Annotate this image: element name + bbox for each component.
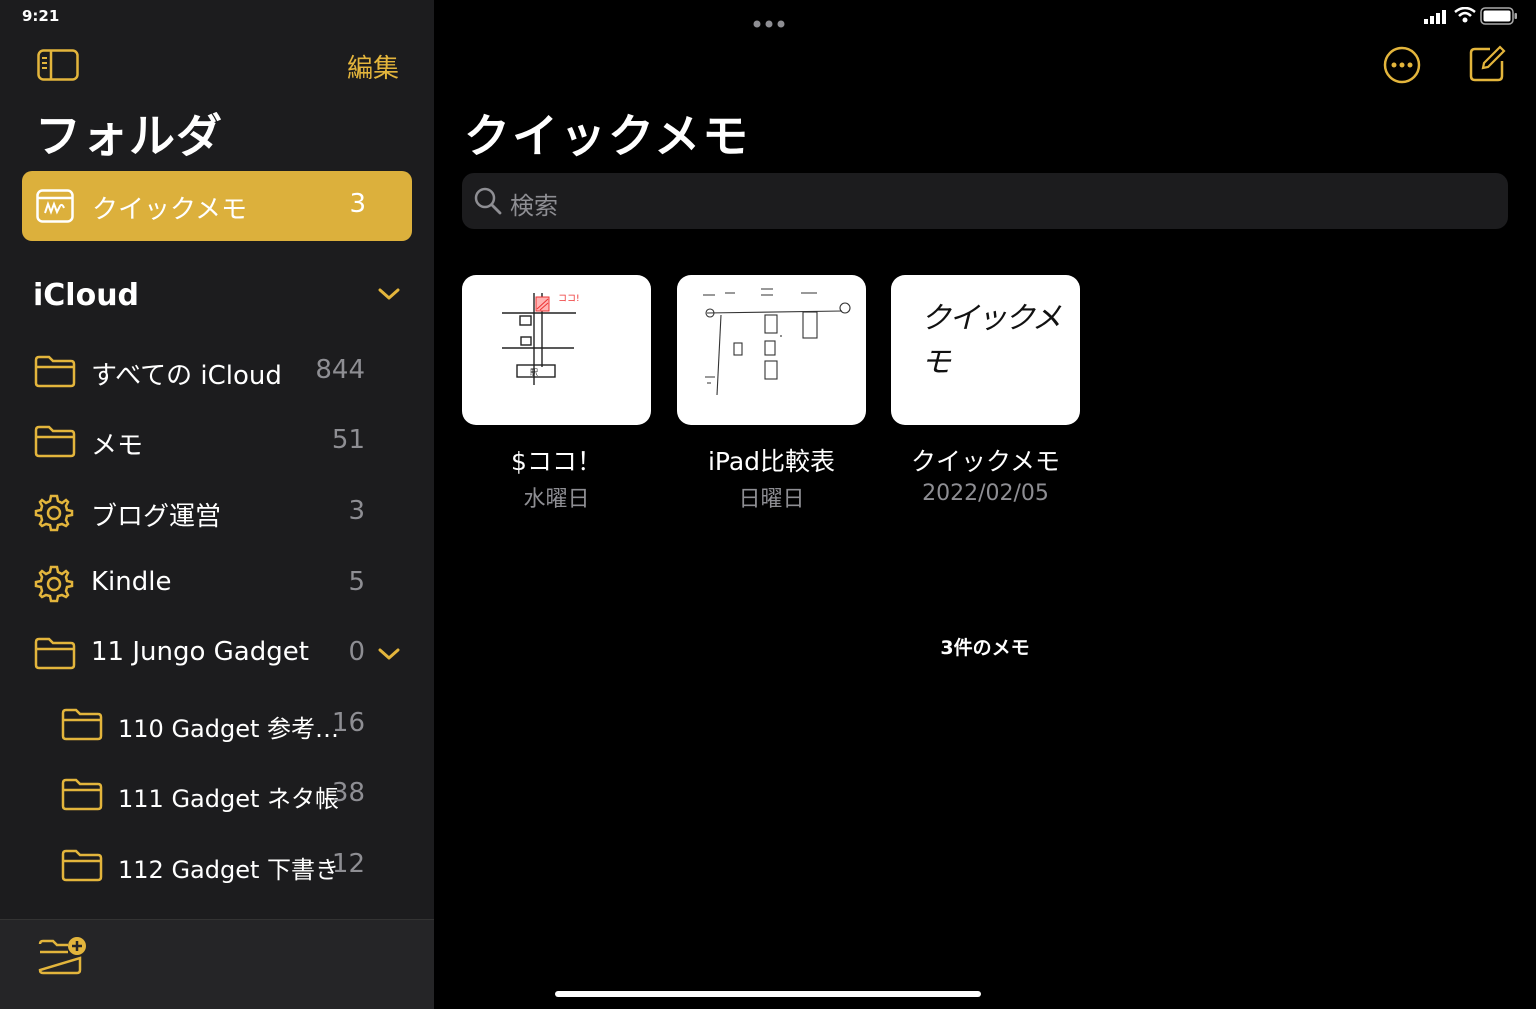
sidebar-item-count: 844 bbox=[315, 355, 365, 385]
note-date: 日曜日 bbox=[738, 487, 805, 512]
sidebar-item-label: すべての iCloud bbox=[91, 361, 282, 391]
sidebar-item-count: 16 bbox=[331, 708, 365, 738]
quick-note-icon bbox=[36, 189, 74, 227]
main-pane: クイックメモ 検索 ココ! 駅 $ココ！ 水曜日 iPad比較表 日曜日 クイッ… bbox=[434, 0, 1536, 1009]
folder-icon bbox=[34, 354, 76, 392]
sidebar-item-label: 111 Gadget ネタ帳 bbox=[118, 785, 340, 813]
search-icon bbox=[474, 187, 502, 219]
sidebar-item-count: 5 bbox=[348, 567, 365, 597]
search-input[interactable]: 検索 bbox=[510, 186, 558, 221]
sidebar-item-label: メモ bbox=[91, 431, 144, 461]
folder-icon bbox=[61, 707, 103, 745]
folder-icon bbox=[34, 636, 76, 674]
sidebar-item-quick-note[interactable]: クイックメモ 3 bbox=[22, 171, 412, 241]
folder-icon bbox=[34, 424, 76, 462]
note-title[interactable]: iPad比較表 bbox=[677, 442, 866, 478]
sidebar-item-label: 112 Gadget 下書き bbox=[118, 856, 340, 884]
sidebar-item-blog[interactable]: ブログ運営 3 bbox=[0, 478, 434, 548]
sidebar-item-label: Kindle bbox=[91, 567, 172, 597]
sketch-box-label: 駅 bbox=[530, 368, 538, 377]
sidebar-item-count: 0 bbox=[348, 637, 365, 667]
multitasking-dots-icon[interactable] bbox=[753, 13, 785, 32]
new-folder-icon[interactable] bbox=[38, 936, 90, 980]
handwriting-text: クイックメモ bbox=[921, 301, 1062, 380]
sidebar-toolbar bbox=[0, 919, 434, 1009]
sidebar-item-count: 51 bbox=[331, 425, 365, 455]
notes-count: 3件のメモ bbox=[940, 637, 1030, 659]
note-thumbnail[interactable] bbox=[677, 275, 866, 425]
home-indicator[interactable] bbox=[555, 991, 981, 997]
sidebar: 9:21 編集 フォルダ クイックメモ 3 iCloud すべての iCloud… bbox=[0, 0, 434, 1009]
icloud-section-title[interactable]: iCloud bbox=[33, 278, 139, 313]
sketch-label: ココ! bbox=[558, 294, 580, 304]
chevron-down-icon[interactable] bbox=[377, 286, 401, 306]
sidebar-item-gadget-reference[interactable]: 110 Gadget 参考… 16 bbox=[0, 690, 434, 760]
sidebar-item-kindle[interactable]: Kindle 5 bbox=[0, 549, 434, 619]
edit-button[interactable]: 編集 bbox=[347, 48, 399, 85]
chevron-down-icon[interactable] bbox=[377, 646, 401, 666]
note-date: 2022/02/05 bbox=[922, 481, 1049, 506]
more-options-icon[interactable] bbox=[1383, 46, 1421, 88]
note-date: 水曜日 bbox=[523, 487, 590, 512]
note-thumbnail[interactable]: クイックメモ bbox=[891, 275, 1080, 425]
sidebar-item-label: 110 Gadget 参考… bbox=[118, 715, 340, 743]
sidebar-item-label: 11 Jungo Gadget bbox=[91, 637, 309, 667]
sidebar-toggle-icon[interactable] bbox=[37, 49, 79, 85]
page-title: クイックメモ bbox=[464, 109, 751, 163]
sketch-map: ココ! 駅 bbox=[502, 293, 580, 385]
wifi-icon bbox=[1454, 6, 1476, 27]
note-title[interactable]: $ココ！ bbox=[462, 442, 651, 478]
folder-icon bbox=[61, 848, 103, 886]
gear-icon bbox=[34, 493, 74, 537]
quick-note-label: クイックメモ bbox=[92, 195, 247, 225]
compose-icon[interactable] bbox=[1468, 45, 1506, 87]
sidebar-item-all-icloud[interactable]: すべての iCloud 844 bbox=[0, 337, 434, 407]
search-bar[interactable]: 検索 bbox=[462, 173, 1508, 229]
quick-note-count: 3 bbox=[349, 189, 366, 219]
sidebar-item-notes[interactable]: メモ 51 bbox=[0, 407, 434, 477]
folders-title: フォルダ bbox=[35, 109, 223, 163]
note-thumbnail[interactable]: ココ! 駅 bbox=[462, 275, 651, 425]
sketch-comparison bbox=[703, 288, 851, 396]
sidebar-item-gadget-drafts[interactable]: 112 Gadget 下書き 12 bbox=[0, 831, 434, 901]
sidebar-item-count: 38 bbox=[331, 778, 365, 808]
sidebar-item-count: 12 bbox=[331, 849, 365, 879]
sidebar-item-label: ブログ運営 bbox=[91, 502, 222, 532]
sidebar-item-gadget-ideas[interactable]: 111 Gadget ネタ帳 38 bbox=[0, 760, 434, 830]
note-title[interactable]: クイックメモ bbox=[891, 442, 1080, 478]
signal-icon bbox=[1424, 9, 1448, 28]
folder-icon bbox=[61, 777, 103, 815]
sidebar-item-jungo-gadget[interactable]: 11 Jungo Gadget 0 bbox=[0, 619, 434, 689]
gear-icon bbox=[34, 564, 74, 608]
battery-icon bbox=[1480, 7, 1518, 29]
status-time: 9:21 bbox=[22, 7, 60, 25]
sidebar-item-count: 3 bbox=[348, 496, 365, 526]
